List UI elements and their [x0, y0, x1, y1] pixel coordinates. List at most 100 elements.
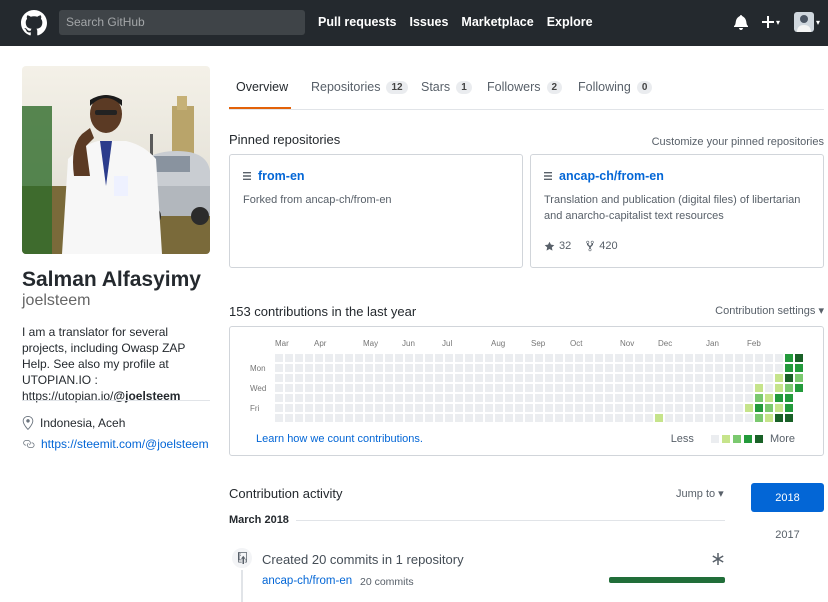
tab-followers[interactable]: Followers 2: [487, 80, 563, 94]
contribution-day[interactable]: [765, 354, 773, 362]
tab-stars[interactable]: Stars 1: [421, 80, 472, 94]
contribution-day[interactable]: [275, 384, 283, 392]
contribution-day[interactable]: [765, 364, 773, 372]
contribution-day[interactable]: [365, 374, 373, 382]
contribution-day[interactable]: [295, 414, 303, 422]
contribution-day[interactable]: [725, 354, 733, 362]
contribution-day[interactable]: [405, 394, 413, 402]
contribution-day[interactable]: [565, 364, 573, 372]
contribution-day[interactable]: [615, 414, 623, 422]
contribution-day[interactable]: [295, 374, 303, 382]
contribution-day[interactable]: [665, 384, 673, 392]
contribution-day[interactable]: [715, 404, 723, 412]
contribution-day[interactable]: [525, 364, 533, 372]
contribution-day[interactable]: [645, 384, 653, 392]
contribution-day[interactable]: [695, 354, 703, 362]
year-2018-button[interactable]: 2018: [751, 483, 824, 512]
contribution-day[interactable]: [435, 364, 443, 372]
contribution-day[interactable]: [755, 374, 763, 382]
contribution-day[interactable]: [445, 354, 453, 362]
contribution-day[interactable]: [395, 414, 403, 422]
contribution-day[interactable]: [765, 394, 773, 402]
contribution-day[interactable]: [295, 384, 303, 392]
contribution-day[interactable]: [515, 374, 523, 382]
contribution-day[interactable]: [465, 364, 473, 372]
contribution-day[interactable]: [595, 404, 603, 412]
contribution-day[interactable]: [795, 364, 803, 372]
contribution-day[interactable]: [755, 404, 763, 412]
contribution-day[interactable]: [535, 364, 543, 372]
contribution-day[interactable]: [705, 414, 713, 422]
contribution-day[interactable]: [325, 394, 333, 402]
contribution-day[interactable]: [545, 414, 553, 422]
contribution-day[interactable]: [795, 374, 803, 382]
contribution-day[interactable]: [455, 384, 463, 392]
contribution-day[interactable]: [575, 414, 583, 422]
contribution-day[interactable]: [395, 404, 403, 412]
contribution-day[interactable]: [755, 354, 763, 362]
contribution-day[interactable]: [525, 384, 533, 392]
contribution-day[interactable]: [295, 394, 303, 402]
contribution-day[interactable]: [625, 364, 633, 372]
website-link[interactable]: https://steemit.com/@joelsteem: [41, 437, 209, 451]
contribution-day[interactable]: [365, 384, 373, 392]
contribution-day[interactable]: [625, 394, 633, 402]
contribution-day[interactable]: [595, 374, 603, 382]
contribution-day[interactable]: [605, 374, 613, 382]
contribution-day[interactable]: [485, 384, 493, 392]
contribution-day[interactable]: [785, 364, 793, 372]
contribution-day[interactable]: [675, 394, 683, 402]
contribution-day[interactable]: [385, 414, 393, 422]
contribution-day[interactable]: [605, 364, 613, 372]
contribution-day[interactable]: [275, 374, 283, 382]
contribution-day[interactable]: [585, 394, 593, 402]
contribution-day[interactable]: [375, 354, 383, 362]
contribution-day[interactable]: [415, 384, 423, 392]
contribution-day[interactable]: [685, 354, 693, 362]
contribution-day[interactable]: [525, 354, 533, 362]
contribution-day[interactable]: [665, 404, 673, 412]
contribution-day[interactable]: [665, 354, 673, 362]
contribution-day[interactable]: [275, 354, 283, 362]
contribution-day[interactable]: [415, 364, 423, 372]
contribution-day[interactable]: [385, 354, 393, 362]
contribution-day[interactable]: [445, 374, 453, 382]
contribution-day[interactable]: [425, 414, 433, 422]
contribution-day[interactable]: [505, 354, 513, 362]
contribution-day[interactable]: [385, 374, 393, 382]
contribution-day[interactable]: [715, 354, 723, 362]
contribution-day[interactable]: [495, 404, 503, 412]
contribution-day[interactable]: [385, 384, 393, 392]
contribution-day[interactable]: [365, 414, 373, 422]
contribution-day[interactable]: [775, 404, 783, 412]
contribution-day[interactable]: [725, 384, 733, 392]
contribution-day[interactable]: [625, 404, 633, 412]
contribution-day[interactable]: [465, 414, 473, 422]
contribution-day[interactable]: [705, 354, 713, 362]
contribution-day[interactable]: [745, 384, 753, 392]
contribution-day[interactable]: [295, 404, 303, 412]
nav-explore[interactable]: Explore: [547, 15, 593, 29]
contribution-day[interactable]: [685, 374, 693, 382]
contribution-day[interactable]: [405, 354, 413, 362]
contribution-day[interactable]: [775, 364, 783, 372]
contribution-day[interactable]: [685, 384, 693, 392]
contribution-day[interactable]: [445, 394, 453, 402]
contribution-day[interactable]: [505, 374, 513, 382]
contribution-day[interactable]: [405, 374, 413, 382]
contribution-day[interactable]: [575, 404, 583, 412]
customize-pinned-link[interactable]: Customize your pinned repositories: [652, 136, 824, 148]
contribution-day[interactable]: [625, 414, 633, 422]
contribution-day[interactable]: [615, 404, 623, 412]
contribution-day[interactable]: [745, 414, 753, 422]
contribution-day[interactable]: [335, 374, 343, 382]
contribution-day[interactable]: [465, 374, 473, 382]
contribution-day[interactable]: [725, 374, 733, 382]
contribution-day[interactable]: [735, 384, 743, 392]
contribution-day[interactable]: [585, 384, 593, 392]
contribution-day[interactable]: [355, 394, 363, 402]
commit-repo-link[interactable]: ancap-ch/from-en: [262, 575, 352, 587]
contribution-day[interactable]: [435, 384, 443, 392]
contribution-day[interactable]: [565, 374, 573, 382]
contribution-day[interactable]: [605, 384, 613, 392]
